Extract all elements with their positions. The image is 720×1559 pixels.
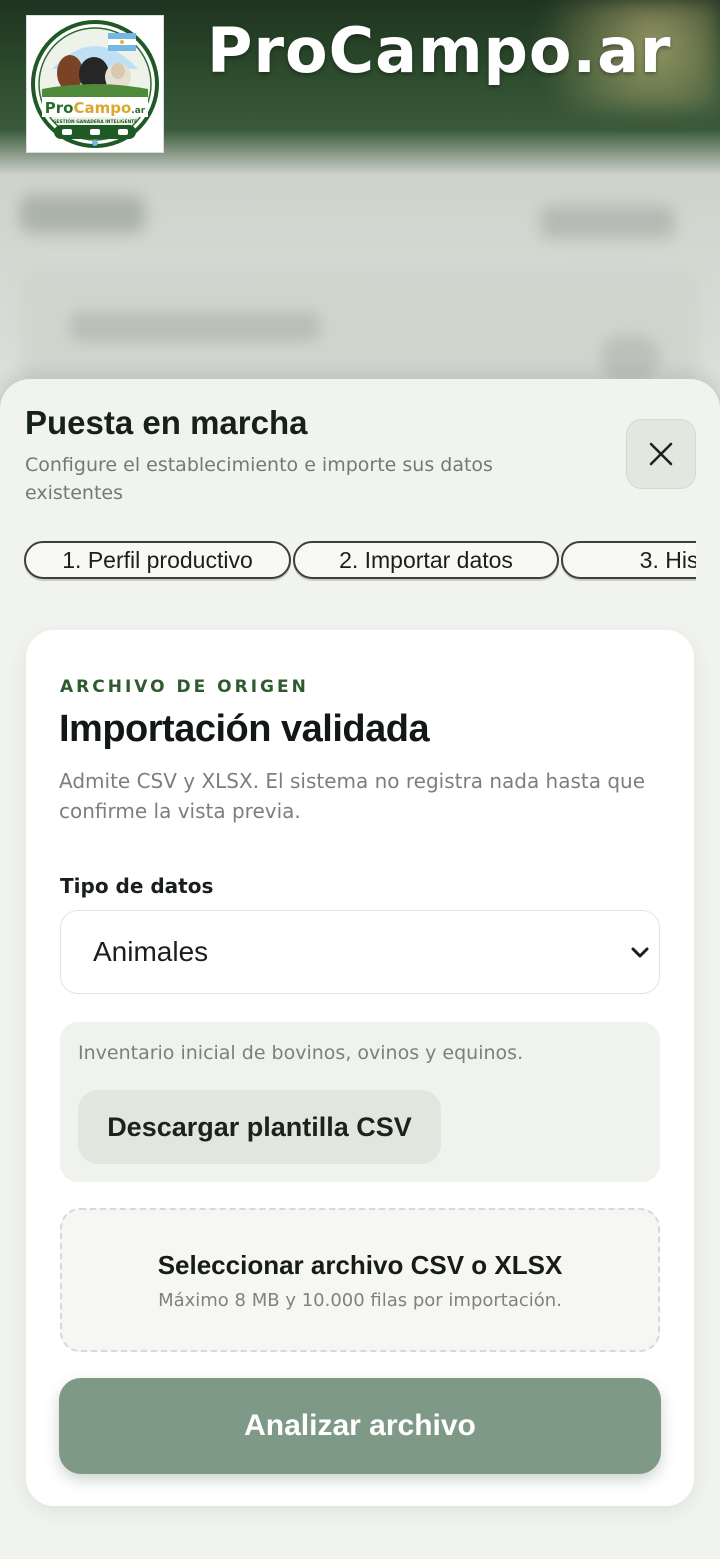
onboarding-sheet: Puesta en marcha Configure el establecim…: [0, 379, 720, 1559]
data-type-selected-value: Animales: [93, 936, 209, 967]
template-info-box: Inventario inicial de bovinos, ovinos y …: [60, 1022, 660, 1182]
step-importar-datos[interactable]: 2. Importar datos: [293, 541, 559, 579]
background-blur-shape: [70, 312, 320, 342]
step-perfil-productivo[interactable]: 1. Perfil productivo: [24, 541, 291, 579]
stepper: 1. Perfil productivo 2. Importar datos 3…: [24, 541, 696, 581]
background-blur-shape: [540, 205, 675, 239]
close-button[interactable]: [626, 419, 696, 489]
data-type-select[interactable]: Animales: [60, 910, 660, 994]
card-title: Importación validada: [59, 708, 430, 750]
data-type-label: Tipo de datos: [60, 874, 214, 898]
step-historial[interactable]: 3. Historial: [561, 541, 696, 579]
sheet-subtitle: Configure el establecimiento e importe s…: [25, 454, 493, 504]
logo-badge-icon: ProCampo.ar GESTIÓN GANADERA INTELIGENTE: [31, 20, 159, 148]
brand-title: ProCampo.ar: [207, 14, 672, 87]
background-blur-shape: [20, 195, 145, 233]
chevron-down-icon: [631, 947, 649, 958]
template-info-text: Inventario inicial de bovinos, ovinos y …: [78, 1042, 524, 1064]
sheet-title: Puesta en marcha: [25, 404, 308, 441]
file-dropzone[interactable]: Seleccionar archivo CSV o XLSX Máximo 8 …: [60, 1208, 660, 1352]
card-description: Admite CSV y XLSX. El sistema no registr…: [59, 769, 646, 823]
svg-text:GESTIÓN GANADERA INTELIGENTE: GESTIÓN GANADERA INTELIGENTE: [53, 118, 137, 125]
background-blur-shape: [600, 335, 660, 380]
import-card: ARCHIVO DE ORIGEN Importación validada A…: [26, 630, 694, 1506]
svg-text:ProCampo.ar: ProCampo.ar: [45, 99, 146, 117]
brand-logo: ProCampo.ar GESTIÓN GANADERA INTELIGENTE: [26, 15, 164, 153]
close-icon: [649, 442, 673, 466]
dropzone-title: Seleccionar archivo CSV o XLSX: [157, 1250, 563, 1280]
analyze-file-button[interactable]: Analizar archivo: [59, 1378, 661, 1474]
dropzone-subtitle: Máximo 8 MB y 10.000 filas por importaci…: [158, 1290, 562, 1311]
card-eyebrow: ARCHIVO DE ORIGEN: [60, 677, 309, 697]
download-template-button[interactable]: Descargar plantilla CSV: [78, 1090, 441, 1164]
